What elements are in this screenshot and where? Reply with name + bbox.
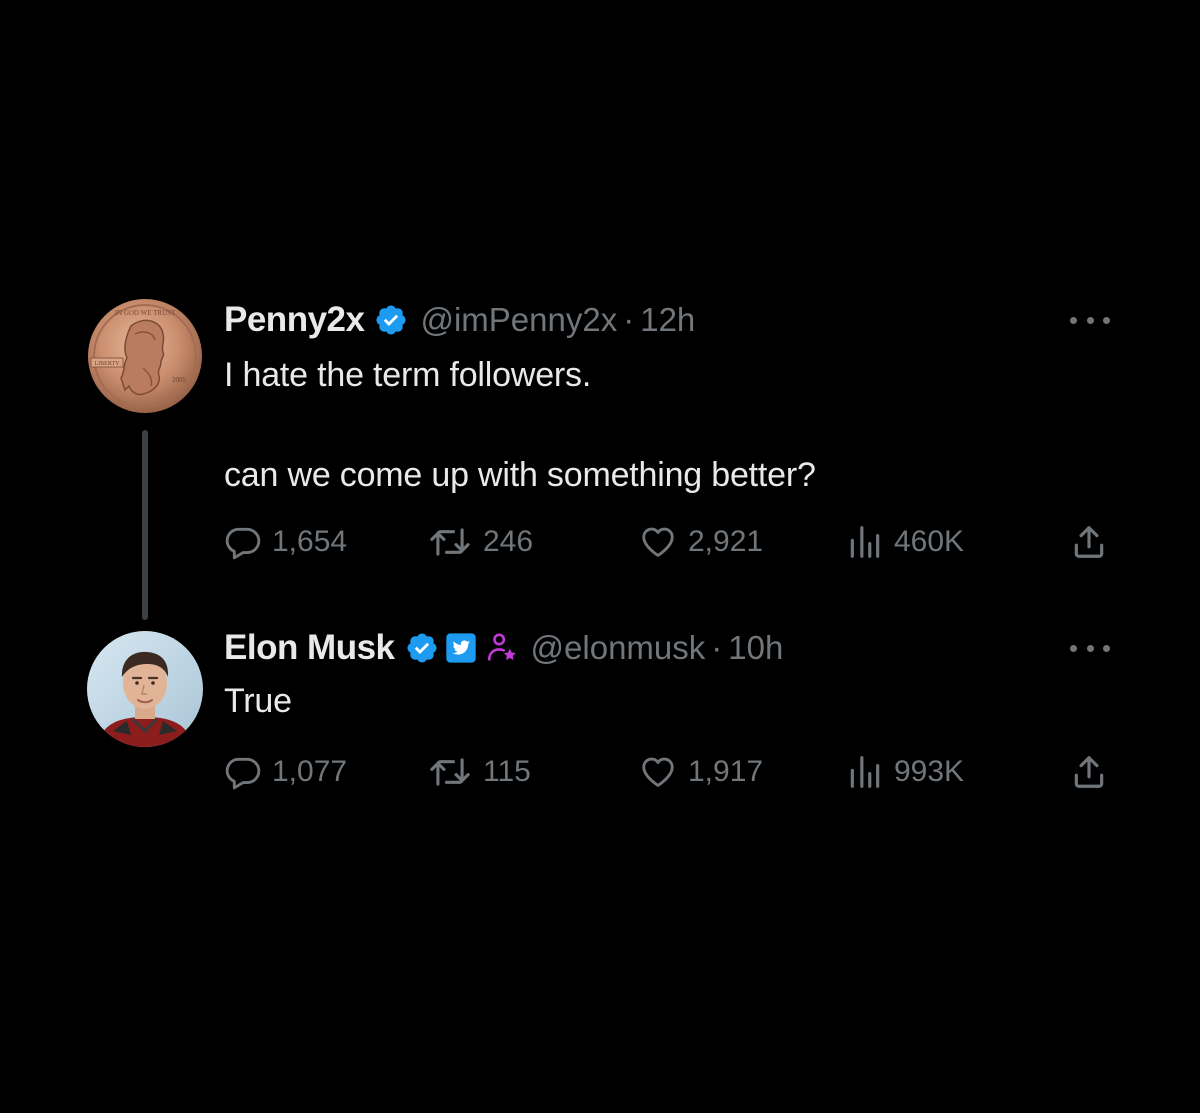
repost-icon	[430, 758, 470, 786]
views-chart-icon	[850, 526, 880, 558]
heart-icon	[642, 527, 674, 557]
tweet-text-line: True	[224, 682, 292, 720]
like-button[interactable]: 1,917	[638, 750, 763, 794]
like-button[interactable]: 2,921	[638, 520, 763, 564]
separator-dot: ·	[711, 629, 723, 666]
display-name[interactable]: Elon Musk	[224, 628, 395, 668]
repost-count: 246	[483, 525, 534, 558]
more-options-icon[interactable]	[1070, 310, 1110, 330]
share-button[interactable]	[1070, 520, 1108, 564]
avatar[interactable]: IN GOD WE TRUST LIBERTY 2005	[87, 298, 203, 414]
views-button[interactable]: 460K	[846, 520, 964, 564]
reply-icon	[225, 527, 261, 560]
repost-count: 115	[483, 755, 531, 788]
tweet-text-line: I hate the term followers.	[224, 356, 592, 394]
avatar[interactable]	[87, 631, 203, 747]
svg-text:LIBERTY: LIBERTY	[95, 361, 121, 367]
reply-button[interactable]: 1,654	[224, 520, 347, 564]
timestamp[interactable]: 12h	[640, 301, 695, 339]
repost-button[interactable]: 115	[427, 750, 531, 794]
share-button[interactable]	[1070, 750, 1108, 794]
reply-count: 1,077	[272, 755, 348, 788]
thread-connector-line	[142, 430, 148, 620]
views-chart-icon	[850, 756, 880, 788]
verified-icon[interactable]	[374, 303, 408, 337]
twitter-bird-badge-icon[interactable]	[445, 632, 477, 664]
views-button[interactable]: 993K	[846, 750, 964, 794]
tweet-text-line: can we come up with something better?	[224, 456, 816, 494]
user-handle[interactable]: @elonmusk	[531, 629, 706, 667]
more-options-icon[interactable]	[1070, 638, 1110, 658]
view-count: 460K	[894, 525, 965, 558]
repost-icon	[430, 528, 470, 556]
separator-dot: ·	[623, 301, 635, 338]
affiliate-icon[interactable]	[485, 631, 519, 665]
repost-button[interactable]: 246	[427, 520, 533, 564]
display-name[interactable]: Penny2x	[224, 300, 365, 340]
heart-icon	[642, 757, 674, 787]
share-icon	[1074, 756, 1104, 788]
verified-icon[interactable]	[405, 631, 439, 665]
timestamp[interactable]: 10h	[728, 629, 783, 667]
tweet-actions: 1,077 115 1,917 993K	[224, 750, 1114, 794]
like-count: 2,921	[688, 525, 764, 558]
screenshot: IN GOD WE TRUST LIBERTY 2005 Penny2x @im…	[0, 0, 1200, 1113]
tweet-header: Penny2x @imPenny2x · 12h	[224, 298, 695, 342]
like-count: 1,917	[688, 755, 764, 788]
tweet-actions: 1,654 246 2,921 460K	[224, 520, 1114, 564]
reply-count: 1,654	[272, 525, 348, 558]
share-icon	[1074, 526, 1104, 558]
reply-button[interactable]: 1,077	[224, 750, 347, 794]
penny-coin-icon: IN GOD WE TRUST LIBERTY 2005	[88, 299, 202, 413]
view-count: 993K	[894, 755, 965, 788]
user-handle[interactable]: @imPenny2x	[420, 301, 617, 339]
svg-text:2005: 2005	[172, 376, 187, 384]
svg-text:IN GOD WE TRUST: IN GOD WE TRUST	[115, 309, 176, 317]
tweet-header: Elon Musk @elonmusk · 10h	[224, 626, 783, 670]
elon-musk-avatar-icon	[87, 631, 203, 747]
reply-icon	[225, 757, 261, 790]
